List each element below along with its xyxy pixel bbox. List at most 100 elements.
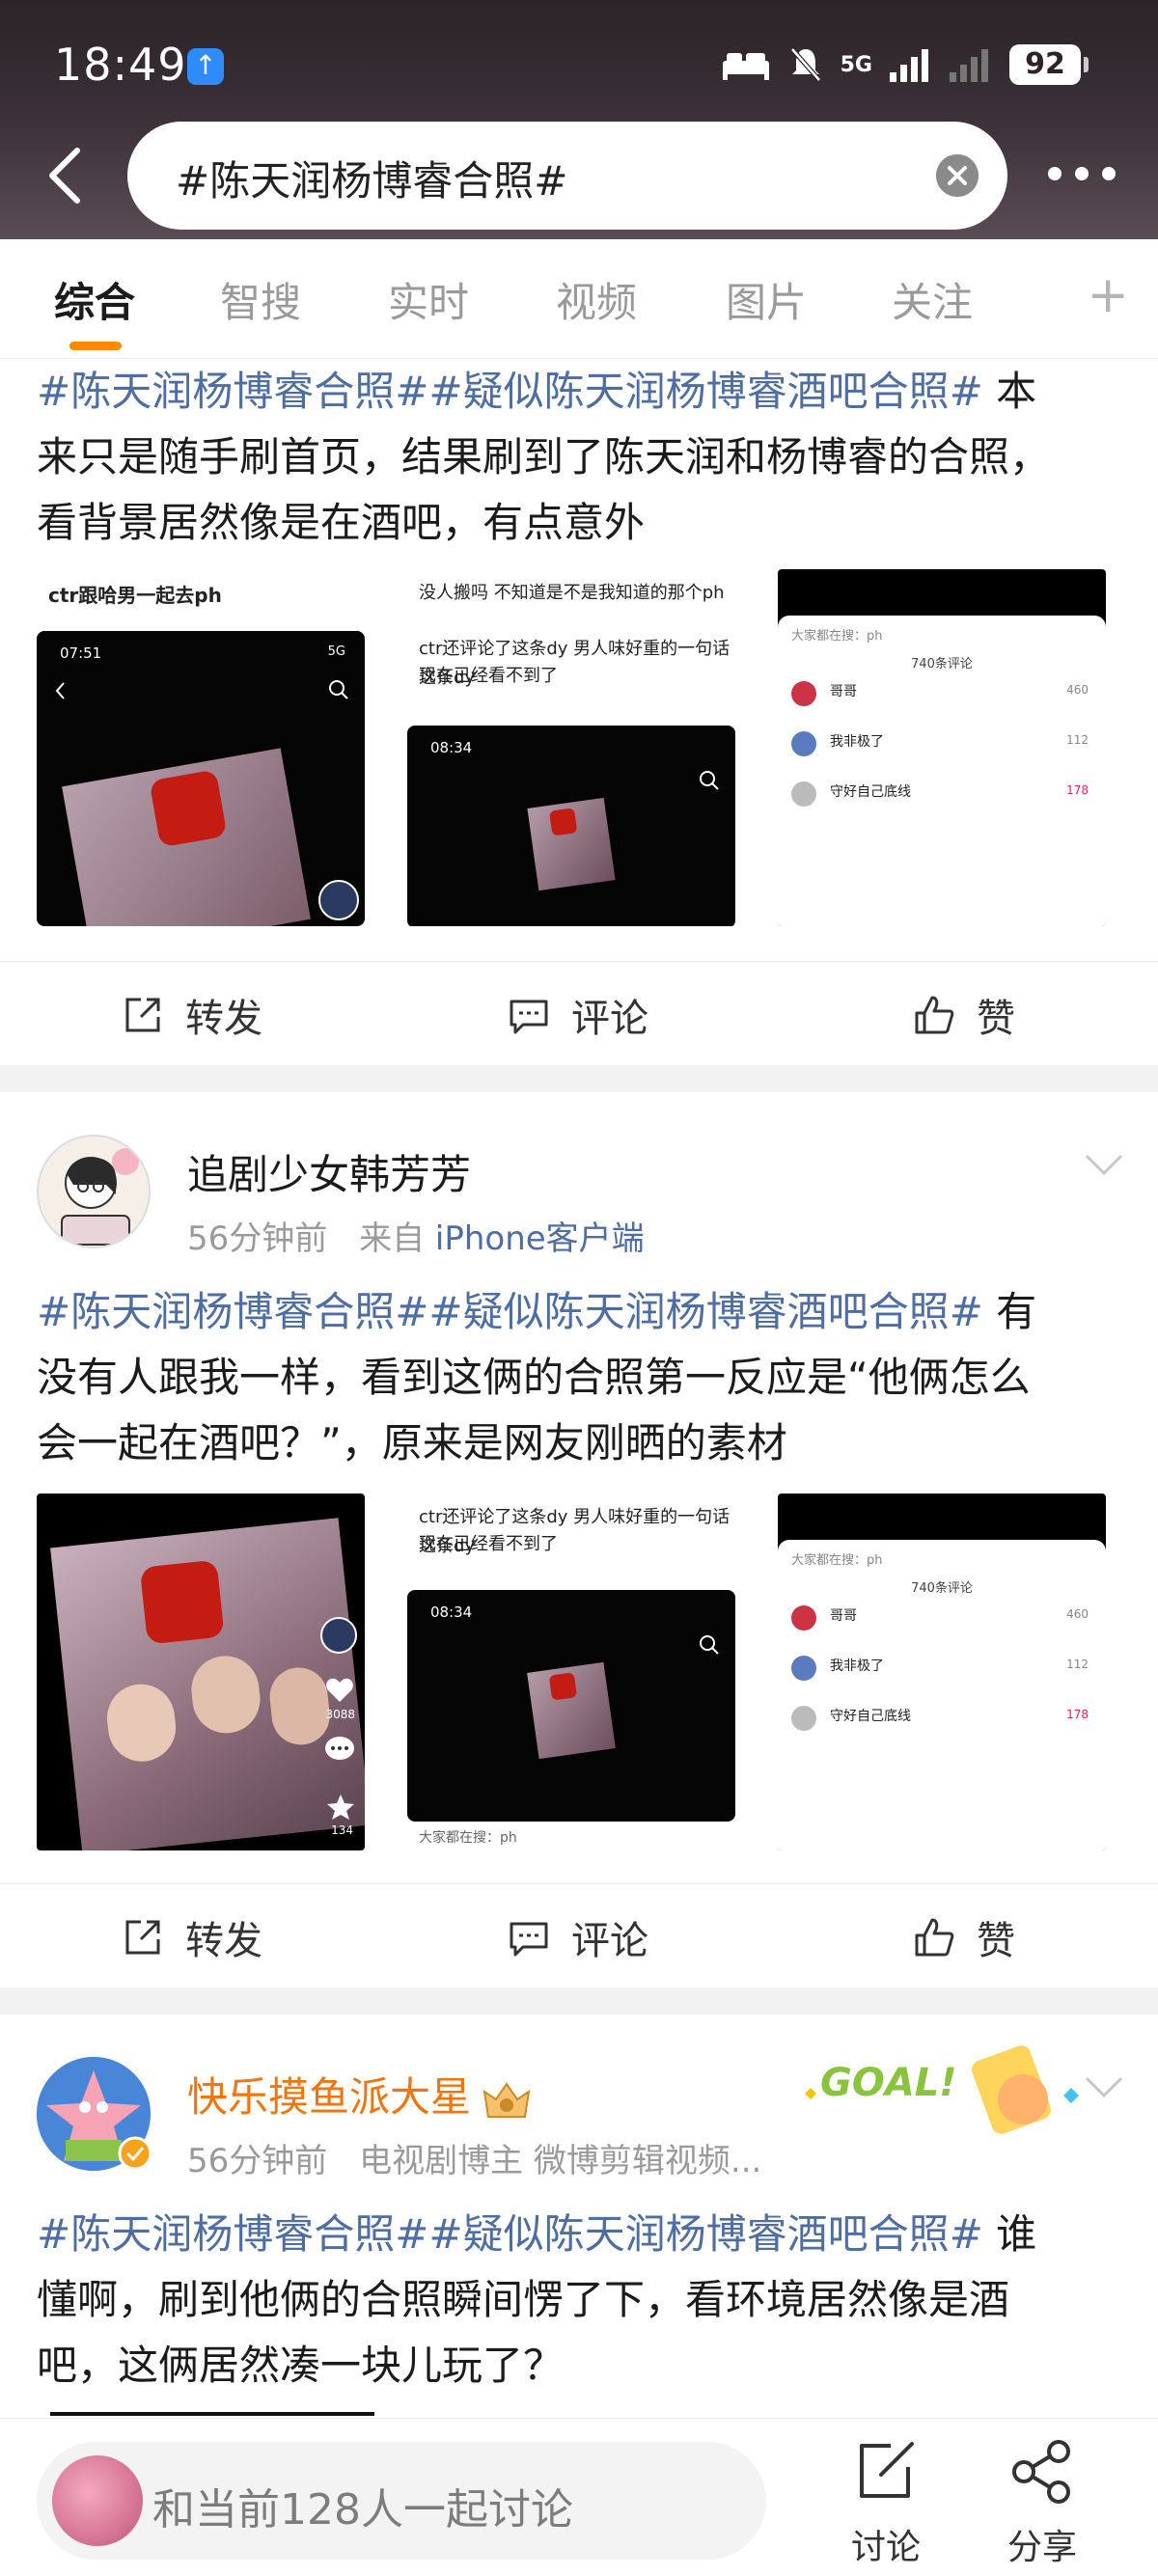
tab-bar: 综合 智搜 实时 视频 图片 关注 + xyxy=(0,241,1158,359)
post-2-hashtags[interactable]: #陈天润杨博睿合照##疑似陈天润杨博睿酒吧合照# xyxy=(37,1288,983,1335)
search-input[interactable]: #陈天润杨博睿合照# xyxy=(127,122,1007,230)
back-button[interactable] xyxy=(41,145,89,206)
post-1-image-1[interactable]: ctr跟哈男一起去ph 07:51 5G xyxy=(37,569,365,926)
avatar xyxy=(791,1605,816,1631)
post-3-username[interactable]: 快乐摸鱼派大星 xyxy=(187,2065,533,2124)
more-options-button[interactable] xyxy=(1048,164,1116,183)
post-separator xyxy=(0,1065,1158,1092)
comment-likes: 178 xyxy=(1066,783,1089,797)
comment-count: 740条评论 xyxy=(911,657,973,671)
like-button[interactable]: 赞 xyxy=(913,1909,1015,1965)
comment-likes: 112 xyxy=(1066,1658,1089,1671)
like-button[interactable]: 赞 xyxy=(913,987,1015,1043)
red-sign xyxy=(149,769,228,848)
tab-video[interactable]: 视频 xyxy=(556,270,637,329)
post-2-text-line2: 没有人跟我一样，看到这俩的合照第一反应是“他俩怎么 xyxy=(37,1354,1031,1401)
post-2-avatar[interactable] xyxy=(37,1135,151,1248)
comment-panel-header: 大家都在搜：ph xyxy=(791,1553,883,1568)
avatar xyxy=(791,1706,816,1731)
image-caption: ctr跟哈男一起去ph xyxy=(48,584,222,607)
post-2-username[interactable]: 追剧少女韩芳芳 xyxy=(187,1142,471,1201)
discussion-input[interactable]: 和当前128人一起讨论 xyxy=(37,2442,766,2560)
comment-label: 评论 xyxy=(571,997,648,1041)
repost-icon xyxy=(125,998,160,1032)
comment-button[interactable]: 评论 xyxy=(508,987,648,1043)
post-2-text-line3: 会一起在酒吧？”，原来是网友刚晒的素材 xyxy=(37,1419,787,1466)
share-icon xyxy=(1012,2440,1070,2504)
post-2-source[interactable]: iPhone客户端 xyxy=(435,1219,645,1258)
comment-button[interactable]: 评论 xyxy=(508,1909,648,1965)
image-caption: 没人搬吗 不知道是不是我知道的那个ph xyxy=(419,583,725,603)
phone-screenshot: 07:51 5G xyxy=(37,631,365,926)
search-icon xyxy=(700,1635,719,1655)
goal-sticker: GOAL! xyxy=(791,2032,1081,2138)
post-2-actions: 转发 评论 赞 xyxy=(0,1883,1158,1987)
image-caption: 现在已经看不到了 xyxy=(419,1534,558,1554)
like-label: 赞 xyxy=(977,1919,1015,1963)
post-3-description: 电视剧博主 微博剪辑视频... xyxy=(359,2142,762,2180)
post-1-text-line1: 本 xyxy=(982,368,1037,415)
post-1-image-2[interactable]: 没人搬吗 不知道是不是我知道的那个ph ctr还评论了这条dy 男人味好重的一句… xyxy=(407,569,735,926)
battery-indicator: 92 xyxy=(1009,44,1089,85)
avatar xyxy=(791,731,816,756)
edit-icon xyxy=(860,2442,914,2498)
chevron-down-icon[interactable] xyxy=(1083,1152,1125,1177)
avatar-illustration xyxy=(39,1137,149,1247)
post-2-image-3[interactable]: 大家都在搜：ph 740条评论 哥哥 460 我非极了 112 守好自己底线 1… xyxy=(778,1494,1106,1850)
comment-text: 哥哥 xyxy=(830,1608,857,1624)
comment-count: 740条评论 xyxy=(911,1581,973,1596)
comment-panel-screenshot: 大家都在搜：ph 740条评论 哥哥 460 我非极了 112 守好自己底线 1… xyxy=(778,616,1106,926)
network-label: 5G xyxy=(840,52,872,77)
goal-text: GOAL! xyxy=(820,2061,957,2105)
bottom-bar: 和当前128人一起讨论 讨论 分享 xyxy=(0,2418,1158,2576)
repost-button[interactable]: 转发 xyxy=(122,1909,262,1965)
person xyxy=(187,1652,263,1737)
repost-button[interactable]: 转发 xyxy=(122,987,262,1043)
tab-smart-search[interactable]: 智搜 xyxy=(220,270,301,329)
status-time: 18:49 xyxy=(54,39,187,91)
star-icon xyxy=(327,1795,354,1820)
post-1-hashtags[interactable]: #陈天润杨博睿合照##疑似陈天润杨博睿酒吧合照# xyxy=(37,368,983,415)
comment-likes: 178 xyxy=(1066,1708,1089,1721)
status-bar: 18:49 ↑ 5G 92 xyxy=(0,0,1158,135)
post-2-image-1[interactable]: 3088 134 xyxy=(37,1494,365,1850)
post-2-meta: 56分钟前 来自 iPhone客户端 xyxy=(187,1212,645,1259)
tab-following[interactable]: 关注 xyxy=(892,270,973,329)
heart-icon xyxy=(326,1678,353,1702)
signal-icon xyxy=(890,49,928,82)
phone-status: 5G xyxy=(327,644,345,659)
clear-icon[interactable] xyxy=(936,154,979,197)
post-3-image-edge xyxy=(50,2412,374,2416)
discuss-button[interactable]: 讨论 xyxy=(828,2438,944,2569)
top-header: 18:49 ↑ 5G 92 #陈天润杨博睿合照# xyxy=(0,0,1158,239)
comment-text: 守好自己底线 xyxy=(830,784,911,800)
share-button[interactable]: 分享 xyxy=(984,2438,1100,2569)
post-3-hashtags[interactable]: #陈天润杨博睿合照##疑似陈天润杨博睿酒吧合照# xyxy=(37,2210,983,2258)
chevron-left-icon xyxy=(55,682,65,699)
comment-label: 评论 xyxy=(571,1919,648,1963)
chevron-down-icon[interactable] xyxy=(1083,2074,1125,2099)
video-star-count: 134 xyxy=(331,1823,353,1837)
user-avatar xyxy=(52,2455,143,2546)
search-query: #陈天润杨博睿合照# xyxy=(176,157,568,205)
red-sign xyxy=(548,1672,578,1701)
dot-icon xyxy=(1102,167,1116,180)
tab-realtime[interactable]: 实时 xyxy=(388,270,469,329)
tab-comprehensive[interactable]: 综合 xyxy=(54,270,135,329)
comment-dots-icon xyxy=(325,1737,354,1760)
bar-photo xyxy=(527,797,616,891)
post-1-text-line2: 来只是随手刷首页，结果刷到了陈天润和杨博睿的合照， xyxy=(37,433,1051,480)
post-1-image-3[interactable]: 大家都在搜：ph 740条评论 哥哥 460 我非极了 112 守好自己底线 1… xyxy=(778,569,1106,926)
comment-panel-header: 大家都在搜：ph xyxy=(791,629,883,644)
status-icons: 5G 92 xyxy=(721,44,1089,85)
post-2-media: 3088 134 ctr还评论了这条dy 男人味好重的一句话 这条dy 现在已经… xyxy=(37,1494,1108,1850)
post-2-image-2[interactable]: ctr还评论了这条dy 男人味好重的一句话 这条dy 现在已经看不到了 08:3… xyxy=(407,1494,735,1850)
post-3-text-line3: 吧，这俩居然凑一块儿玩了？ xyxy=(37,2342,565,2389)
comment-text: 我非极了 xyxy=(830,1658,884,1674)
tab-images[interactable]: 图片 xyxy=(726,270,807,329)
add-tab-icon[interactable]: + xyxy=(1087,270,1129,320)
signal-weak-icon xyxy=(950,49,988,82)
comment-likes: 460 xyxy=(1066,683,1089,697)
video-like-count: 3088 xyxy=(325,1708,355,1721)
avatar xyxy=(791,1656,816,1681)
